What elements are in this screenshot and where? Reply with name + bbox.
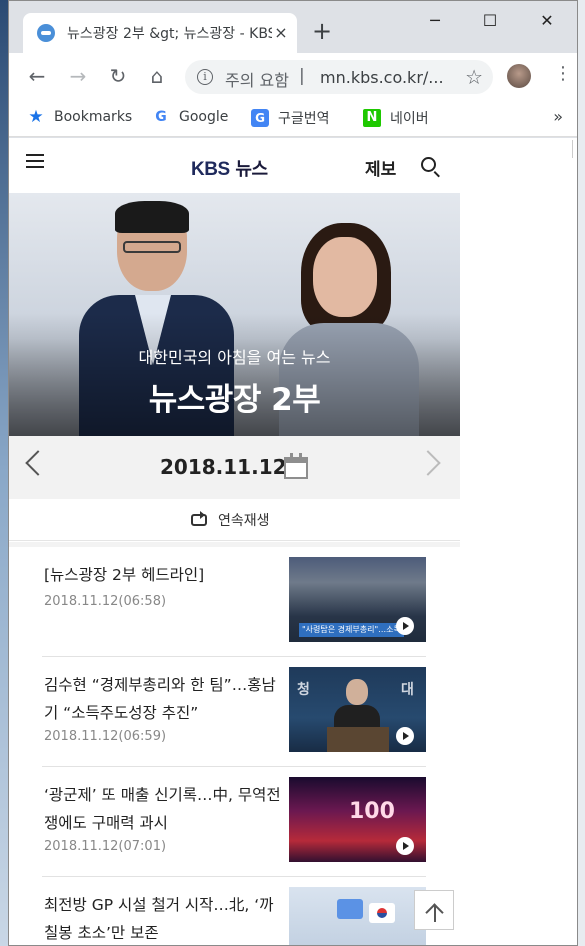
continuous-play-label: 연속재생 xyxy=(218,513,270,529)
continuous-play-button[interactable]: 연속재생 xyxy=(190,510,270,530)
thumbnail-caption: "사령탑은 경제부총리"…소득주도성장 xyxy=(299,623,404,637)
home-button[interactable]: ⌂ xyxy=(145,64,169,88)
bookmark-translate[interactable]: G 구글번역 xyxy=(251,108,330,128)
calendar-icon[interactable] xyxy=(284,453,308,479)
news-title[interactable]: [뉴스광장 2부 헤드라인] xyxy=(44,561,284,589)
play-icon[interactable] xyxy=(396,727,414,745)
news-time: 2018.11.12(07:01) xyxy=(44,839,167,854)
logo-kbs: KBS xyxy=(191,159,230,180)
bookmark-label: 구글번역 xyxy=(278,111,330,127)
program-hero-banner: 대한민국의 아침을 여는 뉴스 뉴스광장 2부 xyxy=(9,193,460,436)
scroll-to-top-button[interactable] xyxy=(414,890,454,930)
news-time: 2018.11.12(06:59) xyxy=(44,729,167,744)
star-icon: ★ xyxy=(28,107,44,127)
news-title[interactable]: ‘광군제’ 또 매출 신기록…中, 무역전쟁에도 구매력 과시 xyxy=(44,781,284,837)
bookmark-label: Google xyxy=(179,109,229,125)
news-title[interactable]: 김수현 “경제부총리와 한 팀”…홍남기 “소득주도성장 추진” xyxy=(44,671,284,727)
minimize-button[interactable]: ─ xyxy=(425,11,445,30)
address-bar[interactable]: i 주의 요함 | mn.kbs.co.kr/... ☆ xyxy=(185,60,493,94)
kbs-favicon-icon xyxy=(37,24,55,42)
news-item[interactable]: [뉴스광장 2부 헤드라인] 2018.11.12(06:58) "사령탑은 경… xyxy=(42,547,426,657)
reload-button[interactable]: ↻ xyxy=(106,64,130,88)
repeat-icon xyxy=(190,511,208,529)
hero-title: 뉴스광장 2부 xyxy=(148,382,321,418)
thumbnail-sign-right: 대 xyxy=(401,682,414,698)
back-button[interactable]: ← xyxy=(25,64,49,88)
bookmarks-overflow-button[interactable]: » xyxy=(553,107,563,126)
next-date-chevron-icon[interactable] xyxy=(415,450,441,476)
page-edge xyxy=(572,140,577,158)
google-icon: G xyxy=(155,109,167,125)
browser-menu-icon[interactable]: ⋮ xyxy=(554,65,572,83)
profile-avatar[interactable] xyxy=(507,64,531,88)
news-title[interactable]: 최전방 GP 시설 철거 시작…北, ‘까칠봉 초소’만 보존 xyxy=(44,891,284,945)
close-window-button[interactable]: ✕ xyxy=(537,11,557,30)
news-thumbnail[interactable] xyxy=(289,887,426,945)
new-tab-button[interactable]: + xyxy=(312,19,332,43)
maximize-button[interactable]: ☐ xyxy=(480,11,500,30)
play-icon[interactable] xyxy=(396,837,414,855)
translate-icon: G xyxy=(251,109,269,127)
korea-flag-image xyxy=(369,903,395,923)
bookmark-label: Bookmarks xyxy=(54,109,133,125)
news-time: 2018.11.12(06:58) xyxy=(44,594,167,609)
browser-toolbar: ← → ↻ ⌂ i 주의 요함 | mn.kbs.co.kr/... ☆ ⋮ xyxy=(9,53,577,99)
forward-button[interactable]: → xyxy=(66,64,90,88)
page-viewport: KBS 뉴스 제보 대한민국의 아침을 여는 뉴스 뉴스광장 2부 2018.1… xyxy=(9,138,460,945)
date-navigator: 2018.11.12 xyxy=(9,436,460,499)
logo-news: 뉴스 xyxy=(235,159,268,180)
browser-tab[interactable]: 뉴스광장 2부 &gt; 뉴스광장 - KBS 뉴스 × xyxy=(23,13,297,53)
play-icon[interactable] xyxy=(396,617,414,635)
tab-bar: 뉴스광장 2부 &gt; 뉴스광장 - KBS 뉴스 × + ─ ☐ ✕ xyxy=(9,1,577,53)
thumbnail-number: 100 xyxy=(349,799,395,824)
bookmarks-bar: ★ Bookmarks G Google G 구글번역 N 네이버 » xyxy=(9,99,577,137)
news-thumbnail[interactable]: 100 xyxy=(289,777,426,862)
news-item[interactable]: 김수현 “경제부총리와 한 팀”…홍남기 “소득주도성장 추진” 2018.11… xyxy=(42,657,426,767)
tab-title: 뉴스광장 2부 &gt; 뉴스광장 - KBS 뉴스 xyxy=(67,26,272,42)
info-icon[interactable]: i xyxy=(197,69,213,85)
site-header: KBS 뉴스 제보 xyxy=(9,138,460,193)
news-item[interactable]: 최전방 GP 시설 철거 시작…北, ‘까칠봉 초소’만 보존 xyxy=(42,877,426,945)
page-margin-right xyxy=(460,138,577,945)
previous-date-chevron-icon[interactable] xyxy=(25,450,51,476)
news-thumbnail[interactable]: 청 대 xyxy=(289,667,426,752)
news-item[interactable]: ‘광군제’ 또 매출 신기록…中, 무역전쟁에도 구매력 과시 2018.11.… xyxy=(42,767,426,877)
bookmark-google[interactable]: G Google xyxy=(152,108,228,126)
url-text[interactable]: mn.kbs.co.kr/... xyxy=(320,68,450,87)
search-icon[interactable] xyxy=(421,157,436,172)
hamburger-menu-icon[interactable] xyxy=(26,154,44,168)
news-thumbnail[interactable]: "사령탑은 경제부총리"…소득주도성장 xyxy=(289,557,426,642)
browser-window: 뉴스광장 2부 &gt; 뉴스광장 - KBS 뉴스 × + ─ ☐ ✕ ← →… xyxy=(8,0,578,946)
naver-icon: N xyxy=(363,109,381,127)
bookmark-label: 네이버 xyxy=(390,111,429,127)
bookmark-bookmarks[interactable]: ★ Bookmarks xyxy=(27,108,132,126)
broadcast-date: 2018.11.12 xyxy=(160,455,287,479)
address-separator: | xyxy=(299,66,305,86)
thumbnail-sign-left: 청 xyxy=(297,682,310,698)
un-flag-image xyxy=(337,899,363,919)
report-button[interactable]: 제보 xyxy=(365,155,396,180)
hero-subtitle: 대한민국의 아침을 여는 뉴스 xyxy=(138,348,331,367)
bookmark-naver[interactable]: N 네이버 xyxy=(363,108,429,128)
tab-close-button[interactable]: × xyxy=(271,23,291,43)
kbs-news-logo[interactable]: KBS 뉴스 xyxy=(191,155,268,181)
security-warning-label: 주의 요함 xyxy=(225,71,289,90)
bookmark-star-icon[interactable]: ☆ xyxy=(465,65,483,89)
continuous-play-row: 연속재생 xyxy=(9,499,460,541)
